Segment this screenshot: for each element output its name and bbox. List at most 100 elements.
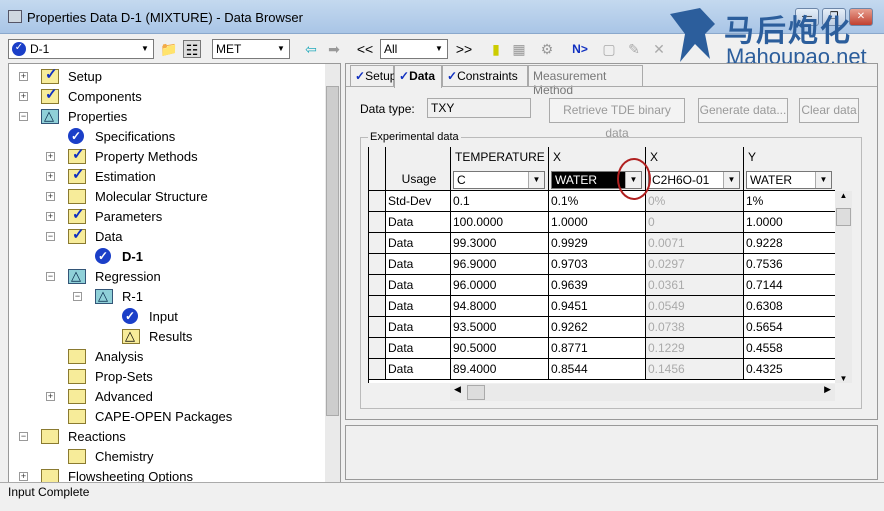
expand-toggle[interactable]: − xyxy=(46,232,55,241)
gear-icon[interactable]: ⚙ xyxy=(538,40,556,58)
object-select[interactable]: ✓ D-1 ▼ xyxy=(8,39,154,59)
tab-data[interactable]: ✓Data xyxy=(394,65,442,88)
grid-cell[interactable]: 1% xyxy=(744,191,835,212)
tree-item[interactable]: D-1 xyxy=(95,246,143,266)
row-header[interactable] xyxy=(369,275,386,296)
back-arrow-icon[interactable]: ⇦ xyxy=(302,40,320,58)
row-header[interactable] xyxy=(369,254,386,275)
tab-setup[interactable]: ✓Setup xyxy=(350,65,396,86)
grid-cell[interactable]: 0.9451 xyxy=(549,296,646,317)
tree-scrollbar[interactable] xyxy=(325,64,340,482)
expand-toggle[interactable]: + xyxy=(46,212,55,221)
delete-icon[interactable]: ✕ xyxy=(650,40,668,58)
forward-arrow-icon[interactable]: ➡ xyxy=(325,40,343,58)
tree-item[interactable]: Regression xyxy=(68,266,161,286)
expand-toggle[interactable]: + xyxy=(19,472,28,481)
tree-item[interactable]: Property Methods xyxy=(68,145,198,166)
grid-cell[interactable]: 1.0000 xyxy=(744,212,835,233)
expand-toggle[interactable]: − xyxy=(73,292,82,301)
tree-item[interactable]: Analysis xyxy=(68,346,143,366)
tree-item[interactable]: Chemistry xyxy=(68,446,154,466)
row-header[interactable] xyxy=(369,338,386,359)
tree-item[interactable]: R-1 xyxy=(95,286,143,306)
filter-select[interactable]: All ▼ xyxy=(380,39,448,59)
retrieve-tde-button[interactable]: Retrieve TDE binary data xyxy=(549,98,685,140)
tree-item[interactable]: Specifications xyxy=(68,126,175,146)
expand-toggle[interactable]: + xyxy=(46,392,55,401)
grid-cell[interactable]: 0.9929 xyxy=(549,233,646,254)
tree-item[interactable]: Components xyxy=(41,85,142,106)
grid-cell[interactable]: 0.7536 xyxy=(744,254,835,275)
tree-item[interactable]: Flowsheeting Options xyxy=(41,466,193,482)
expand-toggle[interactable]: + xyxy=(46,192,55,201)
row-header[interactable] xyxy=(369,233,386,254)
grid-cell[interactable]: 0.9703 xyxy=(549,254,646,275)
tree-item[interactable]: Reactions xyxy=(41,426,126,446)
grid-cell[interactable]: 0.9639 xyxy=(549,275,646,296)
tree-item[interactable]: Molecular Structure xyxy=(68,186,208,206)
expand-toggle[interactable]: + xyxy=(46,172,55,181)
grid-cell[interactable]: 99.3000 xyxy=(451,233,549,254)
row-header[interactable] xyxy=(369,296,386,317)
data-type-field[interactable]: TXY xyxy=(427,98,531,118)
grid-cell[interactable]: 0.7144 xyxy=(744,275,835,296)
grid-cell[interactable]: 0.9228 xyxy=(744,233,835,254)
grid-cell[interactable]: 96.0000 xyxy=(451,275,549,296)
generate-data-button[interactable]: Generate data... xyxy=(698,98,788,123)
grid-cell[interactable]: 0.0361 xyxy=(646,275,744,296)
grid-vertical-scrollbar[interactable]: ▲ ▼ xyxy=(835,191,852,383)
grid-cell[interactable]: 0.4558 xyxy=(744,338,835,359)
tab-constraints[interactable]: ✓Constraints xyxy=(442,65,528,86)
grid-cell[interactable]: 0% xyxy=(646,191,744,212)
tab-measurement-method[interactable]: Measurement Method xyxy=(528,65,643,97)
grid-cell[interactable]: 89.4000 xyxy=(451,359,549,380)
row-header[interactable] xyxy=(369,359,386,380)
units-select[interactable]: MET ▼ xyxy=(212,39,290,59)
grid-cell[interactable]: 0.0738 xyxy=(646,317,744,338)
row-header[interactable] xyxy=(369,212,386,233)
up-folder-icon[interactable]: 📁 xyxy=(160,40,178,58)
tree-item[interactable]: Data xyxy=(68,225,122,246)
grid-cell[interactable]: 0.0297 xyxy=(646,254,744,275)
expand-toggle[interactable]: + xyxy=(19,72,28,81)
tree-view-toggle-icon[interactable]: ☷ xyxy=(183,40,201,58)
pencil-icon[interactable]: ✎ xyxy=(625,40,643,58)
grid-cell[interactable]: 0.8544 xyxy=(549,359,646,380)
grid-cell[interactable]: 0.0071 xyxy=(646,233,744,254)
grid-cell[interactable]: 0.4325 xyxy=(744,359,835,380)
grid-cell[interactable]: 94.8000 xyxy=(451,296,549,317)
component-select[interactable]: C2H6O-01 ▼ xyxy=(648,171,740,189)
expand-toggle[interactable]: + xyxy=(19,92,28,101)
next-input-button[interactable]: N> xyxy=(568,40,592,58)
clear-data-button[interactable]: Clear data xyxy=(799,98,859,123)
new-icon[interactable]: ▢ xyxy=(600,40,618,58)
component-select[interactable]: C ▼ xyxy=(453,171,545,189)
component-select[interactable]: WATER ▼ xyxy=(746,171,832,189)
next-button[interactable]: >> xyxy=(455,40,473,58)
grid-cell[interactable]: 90.5000 xyxy=(451,338,549,359)
grid-cell[interactable]: 0 xyxy=(646,212,744,233)
grid-cell[interactable]: 0.6308 xyxy=(744,296,835,317)
tree-item[interactable]: CAPE-OPEN Packages xyxy=(68,406,232,426)
row-header[interactable] xyxy=(369,191,386,212)
grid-cell[interactable]: 0.0549 xyxy=(646,296,744,317)
status-icon[interactable]: ▦ xyxy=(510,40,528,58)
tree-item[interactable]: Estimation xyxy=(68,165,156,186)
grid-horizontal-scrollbar[interactable]: ◀ ▶ xyxy=(450,384,835,401)
grid-cell[interactable]: 96.9000 xyxy=(451,254,549,275)
tree-item[interactable]: Advanced xyxy=(68,386,153,406)
grid-cell[interactable]: 0.9262 xyxy=(549,317,646,338)
row-header[interactable] xyxy=(369,317,386,338)
expand-toggle[interactable]: + xyxy=(46,152,55,161)
grid-cell[interactable]: 0.5654 xyxy=(744,317,835,338)
grid-cell[interactable]: 93.5000 xyxy=(451,317,549,338)
previous-button[interactable]: << xyxy=(356,40,374,58)
grid-cell[interactable]: 100.0000 xyxy=(451,212,549,233)
grid-cell[interactable]: 0.1456 xyxy=(646,359,744,380)
expand-toggle[interactable]: − xyxy=(19,112,28,121)
tree-item[interactable]: Parameters xyxy=(68,205,162,226)
notes-icon[interactable]: ▮ xyxy=(487,40,505,58)
tree-item[interactable]: Setup xyxy=(41,65,102,86)
tree-item[interactable]: Results xyxy=(122,326,192,346)
expand-toggle[interactable]: − xyxy=(46,272,55,281)
